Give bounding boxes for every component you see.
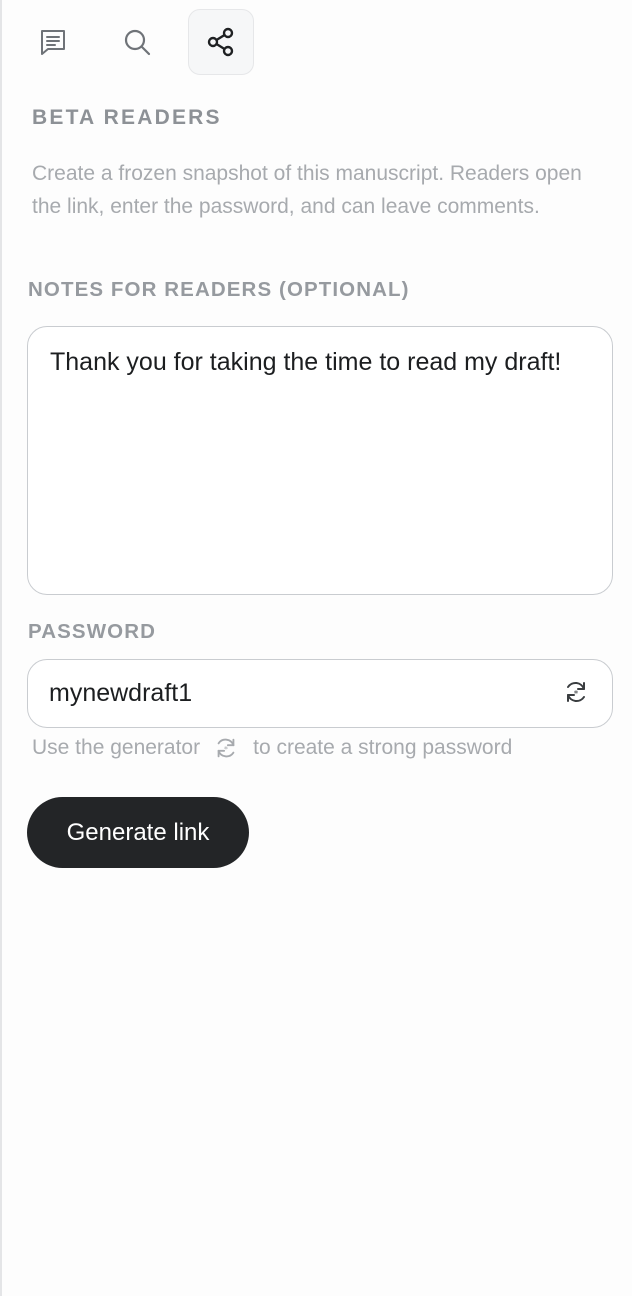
generate-link-button[interactable]: Generate link bbox=[27, 797, 249, 868]
regenerate-password-button[interactable]: * bbox=[560, 678, 592, 710]
share-panel: BETA READERS Create a frozen snapshot of… bbox=[0, 0, 632, 1296]
svg-text:*: * bbox=[574, 689, 579, 699]
search-tab-button[interactable] bbox=[104, 9, 170, 75]
share-tab-button[interactable] bbox=[188, 9, 254, 75]
password-label: PASSWORD bbox=[28, 620, 157, 643]
refresh-icon: * bbox=[562, 678, 590, 711]
hint-text-after: to create a strong password bbox=[253, 736, 513, 759]
notes-label: NOTES FOR READERS (OPTIONAL) bbox=[28, 278, 410, 301]
password-value: mynewdraft1 bbox=[49, 679, 193, 707]
notes-textarea[interactable]: Thank you for taking the time to read my… bbox=[27, 326, 613, 595]
password-hint: Use the generator * to create a strong p… bbox=[32, 735, 512, 761]
comments-tab-button[interactable] bbox=[20, 9, 86, 75]
refresh-icon: * bbox=[213, 735, 239, 761]
panel-toolbar bbox=[20, 9, 254, 75]
password-input[interactable]: mynewdraft1 * bbox=[27, 659, 613, 728]
svg-text:*: * bbox=[224, 744, 228, 754]
comments-icon bbox=[37, 26, 69, 58]
hint-text-before: Use the generator bbox=[32, 736, 201, 759]
search-icon bbox=[121, 26, 153, 58]
share-icon bbox=[205, 26, 237, 58]
section-description: Create a frozen snapshot of this manuscr… bbox=[32, 162, 582, 218]
section-title: BETA READERS bbox=[32, 106, 222, 129]
